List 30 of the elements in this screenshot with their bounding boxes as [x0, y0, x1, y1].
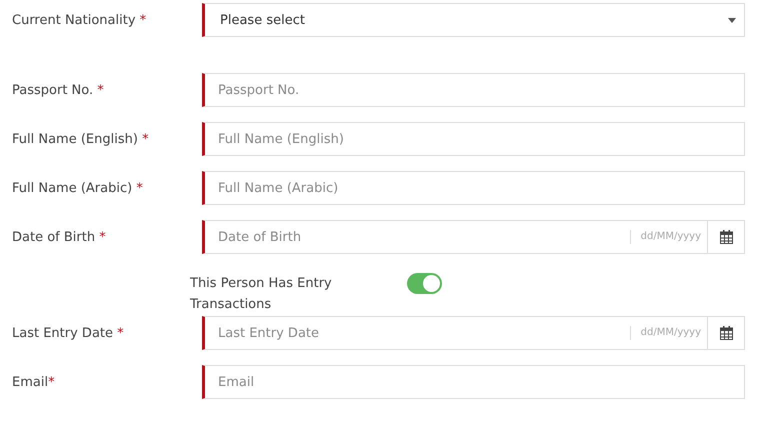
input-field[interactable]: Full Name (Arabic) [202, 171, 745, 205]
toggle-switch[interactable] [407, 273, 442, 294]
required-mark: * [96, 82, 104, 98]
select-field[interactable]: Please select [202, 3, 745, 37]
required-mark: * [98, 230, 106, 244]
required-mark: * [135, 180, 143, 196]
field-label: Email [12, 374, 48, 390]
required-mark: * [138, 12, 146, 28]
field-label: Date of Birth [12, 230, 96, 244]
field-label: Last Entry Date [12, 326, 114, 340]
toggle-label: This Person Has Entry Transactions [190, 275, 333, 314]
calendar-button[interactable] [707, 316, 745, 350]
input-field[interactable]: Email [202, 365, 745, 399]
date-format-hint: dd/MM/yyyy [630, 230, 707, 244]
calendar-icon [720, 230, 732, 244]
calendar-icon [720, 326, 732, 340]
field-label: Full Name (Arabic) [12, 180, 132, 196]
field-label: Passport No. [12, 82, 94, 98]
field-label: Current Nationality [12, 12, 136, 28]
caret-icon [728, 18, 736, 22]
field-label: Full Name (English) [12, 132, 138, 146]
required-mark: * [48, 374, 55, 390]
date-format-hint: dd/MM/yyyy [630, 326, 707, 340]
date-input-field[interactable]: Date of Birth [202, 220, 630, 254]
required-mark: * [116, 326, 124, 340]
date-input-field[interactable]: Last Entry Date [202, 316, 630, 350]
calendar-button[interactable] [707, 220, 745, 254]
input-field[interactable]: Passport No. [202, 73, 745, 107]
required-mark: * [141, 132, 149, 146]
input-field[interactable]: Full Name (English) [202, 122, 745, 156]
